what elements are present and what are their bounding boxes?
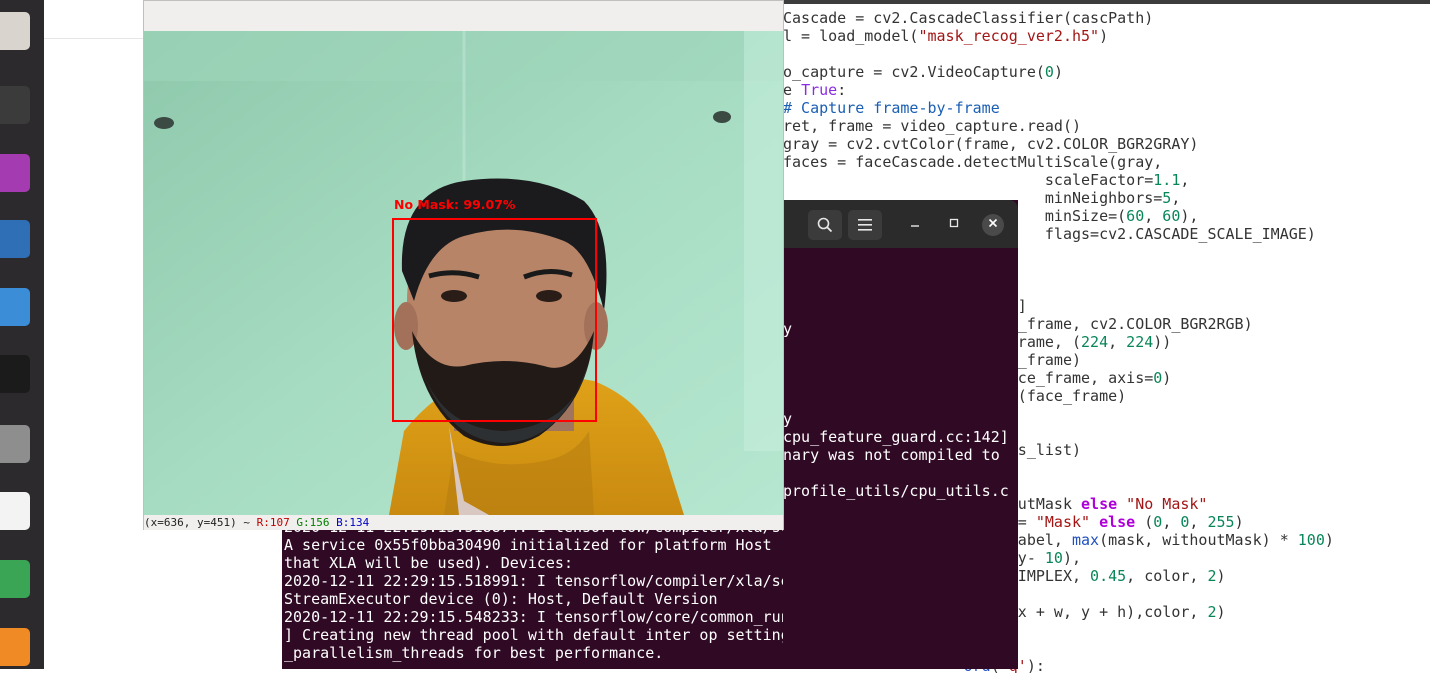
terminal-line[interactable]: A service 0x55f0bba30490 initialized for… [284, 536, 783, 554]
terminal-line[interactable]: nary was not compiled to [783, 446, 1000, 464]
code-line[interactable]: faces = faceCascade.detectMultiScale(gra… [783, 153, 1162, 171]
detection-label: No Mask: 99.07% [394, 197, 516, 212]
sublime-text-icon [0, 628, 30, 666]
status-b: B:134 [336, 516, 370, 529]
camera-window-titlebar[interactable] [144, 1, 783, 32]
search-button[interactable] [808, 210, 842, 240]
terminal-line[interactable]: StreamExecutor device (0): Host, Default… [284, 590, 717, 608]
terminal-header [783, 200, 1018, 248]
document-viewer-icon [0, 220, 30, 258]
terminal-line[interactable]: that XLA will be used). Devices: [284, 554, 573, 572]
terminal-line[interactable]: y [783, 320, 792, 338]
system-monitor-icon [0, 288, 30, 326]
code-line[interactable]: o_capture = cv2.VideoCapture(0) [783, 63, 1063, 81]
terminal-launcher[interactable] [0, 86, 30, 124]
code-line[interactable]: ret, frame = video_capture.read() [783, 117, 1081, 135]
settings-launcher[interactable] [0, 425, 30, 463]
terminal-line[interactable]: 2020-12-11 22:29:15.548233: I tensorflow… [284, 608, 783, 626]
dock [0, 0, 44, 669]
top-left-window-strip [44, 0, 144, 39]
terminal-line[interactable]: 2020-12-11 22:29:15.518991: I tensorflow… [284, 572, 783, 590]
camera-frame[interactable]: No Mask: 99.07% [144, 31, 783, 515]
search-icon [817, 217, 833, 233]
webcam-image: No Mask: 99.07% [144, 31, 783, 515]
minimize-icon [911, 225, 919, 227]
terminal-output[interactable]: 2020-12-11 22:29:15.518874: I tensorflow… [284, 528, 783, 662]
text-editor-icon [0, 492, 30, 530]
terminal-line[interactable]: _parallelism_threads for best performanc… [284, 644, 663, 662]
document-viewer-launcher[interactable] [0, 220, 30, 258]
spreadsheet-launcher[interactable] [0, 560, 30, 598]
menu-button[interactable] [848, 210, 882, 240]
terminal-line[interactable]: cpu_feature_guard.cc:142] [783, 428, 1009, 446]
pixel-status-bar: (x=636, y=451) ~ R:107 G:156 B:134 [144, 515, 783, 530]
status-g: G:156 [296, 516, 330, 529]
settings-icon [0, 425, 30, 463]
code-line[interactable]: # Capture frame-by-frame [783, 99, 1000, 117]
status-coords: (x=636, y=451) ~ [144, 516, 250, 529]
maximize-icon [949, 218, 959, 228]
terminal-line[interactable]: profile_utils/cpu_utils.c [783, 482, 1009, 500]
code-line[interactable]: Cascade = cv2.CascadeClassifier(cascPath… [783, 9, 1153, 27]
spreadsheet-icon [0, 560, 30, 598]
system-monitor-launcher[interactable] [0, 288, 30, 326]
terminal-output-panel[interactable]: 2020-12-11 22:29:15.518874: I tensorflow… [282, 528, 783, 669]
video-player-launcher[interactable] [0, 154, 30, 192]
code-line[interactable]: gray = cv2.cvtColor(frame, cv2.COLOR_BGR… [783, 135, 1198, 153]
code-line[interactable]: scaleFactor=1.1, [783, 171, 1190, 189]
close-button[interactable] [982, 214, 1004, 236]
close-icon [988, 218, 998, 228]
hamburger-icon [858, 219, 872, 231]
terminal-output-right[interactable]: y y cpu_feature_guard.cc:142] nary was n… [783, 248, 1009, 500]
video-player-icon [0, 154, 30, 192]
maximize-button[interactable] [943, 214, 965, 236]
code-line[interactable]: e True: [783, 81, 846, 99]
terminal-window[interactable]: y y cpu_feature_guard.cc:142] nary was n… [783, 200, 1018, 669]
pycharm-launcher[interactable] [0, 355, 30, 393]
terminal-line[interactable]: ] Creating new thread pool with default … [284, 626, 783, 644]
terminal-icon [0, 86, 30, 124]
minimize-button[interactable] [904, 214, 926, 236]
pycharm-icon [0, 355, 30, 393]
sublime-text-launcher[interactable] [0, 628, 30, 666]
files-icon [0, 12, 30, 50]
code-line[interactable]: l = load_model("mask_recog_ver2.h5") [783, 27, 1108, 45]
camera-window[interactable]: No Mask: 99.07% (x=636, y=451) ~ R:107 G… [143, 0, 784, 530]
status-r: R:107 [256, 516, 290, 529]
terminal-line[interactable]: y [783, 410, 792, 428]
files-launcher[interactable] [0, 12, 30, 50]
text-editor-launcher[interactable] [0, 492, 30, 530]
